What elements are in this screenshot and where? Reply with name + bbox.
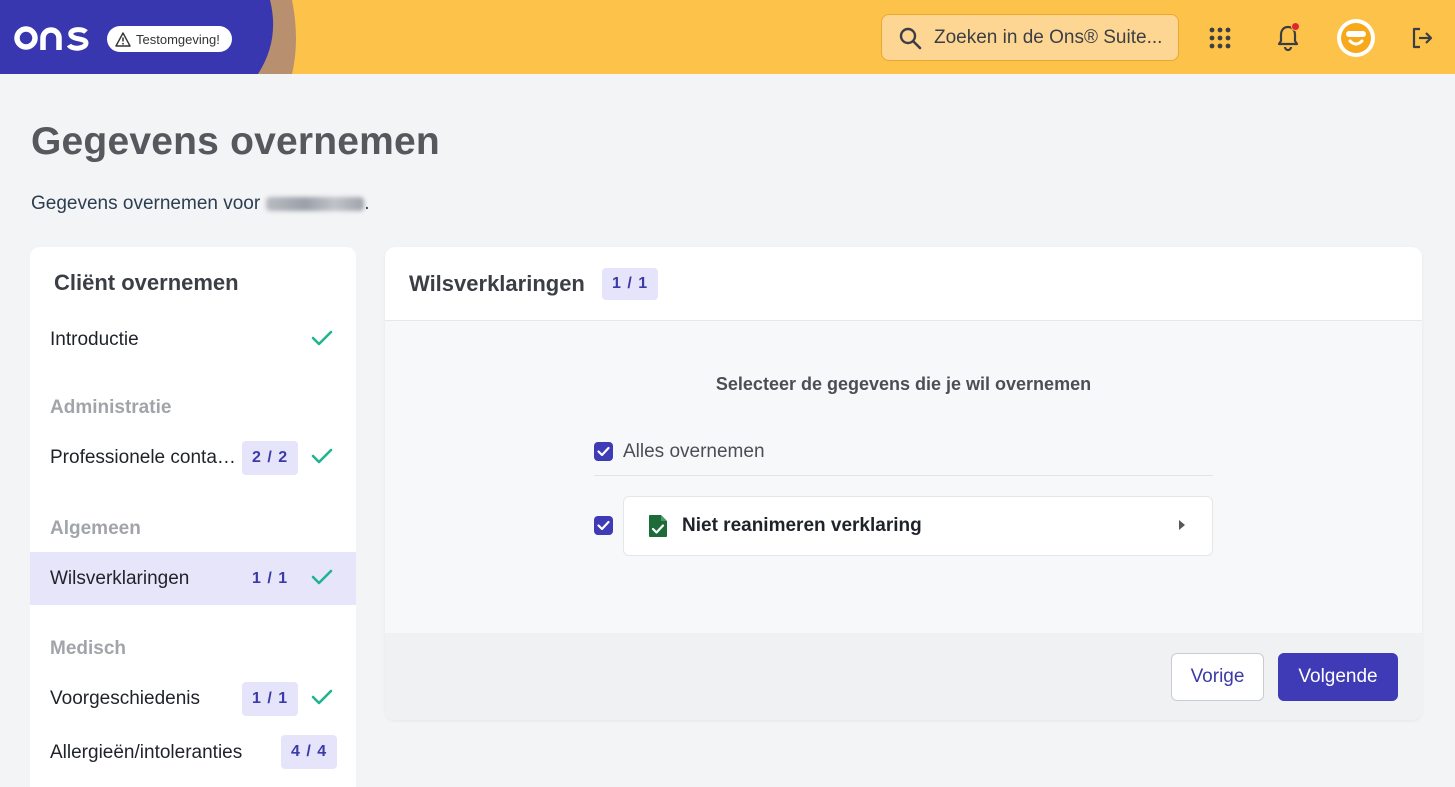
record-item-niet-reanimeren[interactable]: Niet reanimeren verklaring [623, 496, 1213, 556]
next-button[interactable]: Volgende [1278, 653, 1398, 701]
checkmark-icon [311, 330, 333, 346]
previous-button[interactable]: Vorige [1171, 653, 1264, 701]
sidebar-item-label: Wilsverklaringen [50, 567, 190, 589]
sidebar-item-label: Professionele contacten [50, 446, 240, 468]
checkbox-check-icon [597, 520, 610, 531]
checkbox-check-icon [597, 446, 610, 457]
sidebar-item-label: Voorgeschiedenis [50, 687, 200, 709]
search-input[interactable] [934, 26, 1164, 49]
subtitle-text: Gegevens overnemen voor [31, 193, 261, 214]
notifications-button[interactable] [1270, 20, 1306, 56]
sidebar-title: Cliënt overnemen [54, 270, 239, 295]
apps-grid-icon [1209, 27, 1231, 49]
env-badge-label: Testomgeving! [136, 31, 220, 47]
avatar-icon [1337, 19, 1375, 57]
top-bar: Testomgeving! [0, 0, 1455, 74]
sidebar-item-voorgeschiedenis[interactable]: Voorgeschiedenis 1 / 1 [30, 672, 356, 725]
sidebar-item-allergieen[interactable]: Allergieën/intoleranties 4 / 4 [30, 726, 356, 779]
step-count-badge: 1 / 1 [252, 570, 289, 587]
select-all-checkbox[interactable] [594, 442, 613, 461]
warning-icon [115, 31, 131, 47]
global-search[interactable] [881, 14, 1179, 61]
selection-instruction: Selecteer de gegevens die je wil overnem… [715, 374, 1092, 394]
record-label: Niet reanimeren verklaring [682, 515, 922, 536]
ons-logo[interactable] [14, 22, 94, 57]
checkmark-icon [311, 689, 333, 705]
select-all-label[interactable]: Alles overnemen [623, 441, 765, 463]
steps-sidebar: Cliënt overnemen Introductie Administrat… [30, 247, 356, 787]
group-label-administratie: Administratie [50, 397, 172, 418]
subtitle-suffix: . [364, 193, 370, 214]
sidebar-item-wilsverklaringen[interactable]: Wilsverklaringen 1 / 1 [30, 552, 356, 605]
group-label-algemeen: Algemeen [50, 518, 141, 539]
user-avatar[interactable] [1336, 18, 1376, 58]
group-label-medisch: Medisch [50, 638, 127, 659]
card-header: Wilsverklaringen 1 / 1 [385, 247, 1422, 321]
search-icon [899, 27, 922, 49]
sidebar-item-professionele-contacten[interactable]: Professionele contacten 2 / 2 [30, 431, 356, 484]
apps-grid-button[interactable] [1202, 20, 1238, 56]
divider [594, 475, 1213, 476]
step-count-badge: 1 / 1 [242, 682, 299, 716]
sidebar-item-label: Allergieën/intoleranties [50, 741, 243, 763]
checkmark-icon [311, 569, 333, 585]
redacted-client-name [266, 197, 365, 211]
card-title: Wilsverklaringen [409, 271, 585, 296]
logout-button[interactable] [1404, 20, 1440, 56]
page-subtitle: Gegevens overnemen voor . [31, 193, 369, 215]
step-count-badge: 2 / 2 [242, 441, 299, 475]
caret-right-icon[interactable] [1178, 519, 1186, 531]
record-checkbox[interactable] [594, 516, 613, 535]
notification-dot [1291, 22, 1300, 31]
step-content-card: Wilsverklaringen 1 / 1 Selecteer de gege… [385, 247, 1422, 720]
step-count-badge: 4 / 4 [281, 735, 338, 769]
card-footer: Vorige Volgende [385, 633, 1422, 720]
checkmark-icon [311, 448, 333, 464]
sidebar-item-label: Introductie [50, 328, 139, 350]
card-body: Selecteer de gegevens die je wil overnem… [385, 321, 1422, 633]
file-check-icon [649, 515, 667, 537]
sidebar-item-introductie[interactable]: Introductie [30, 313, 356, 366]
logout-icon [1412, 27, 1433, 49]
test-environment-badge: Testomgeving! [107, 26, 232, 52]
page-title: Gegevens overnemen [31, 120, 440, 163]
card-count-badge: 1 / 1 [602, 268, 659, 300]
